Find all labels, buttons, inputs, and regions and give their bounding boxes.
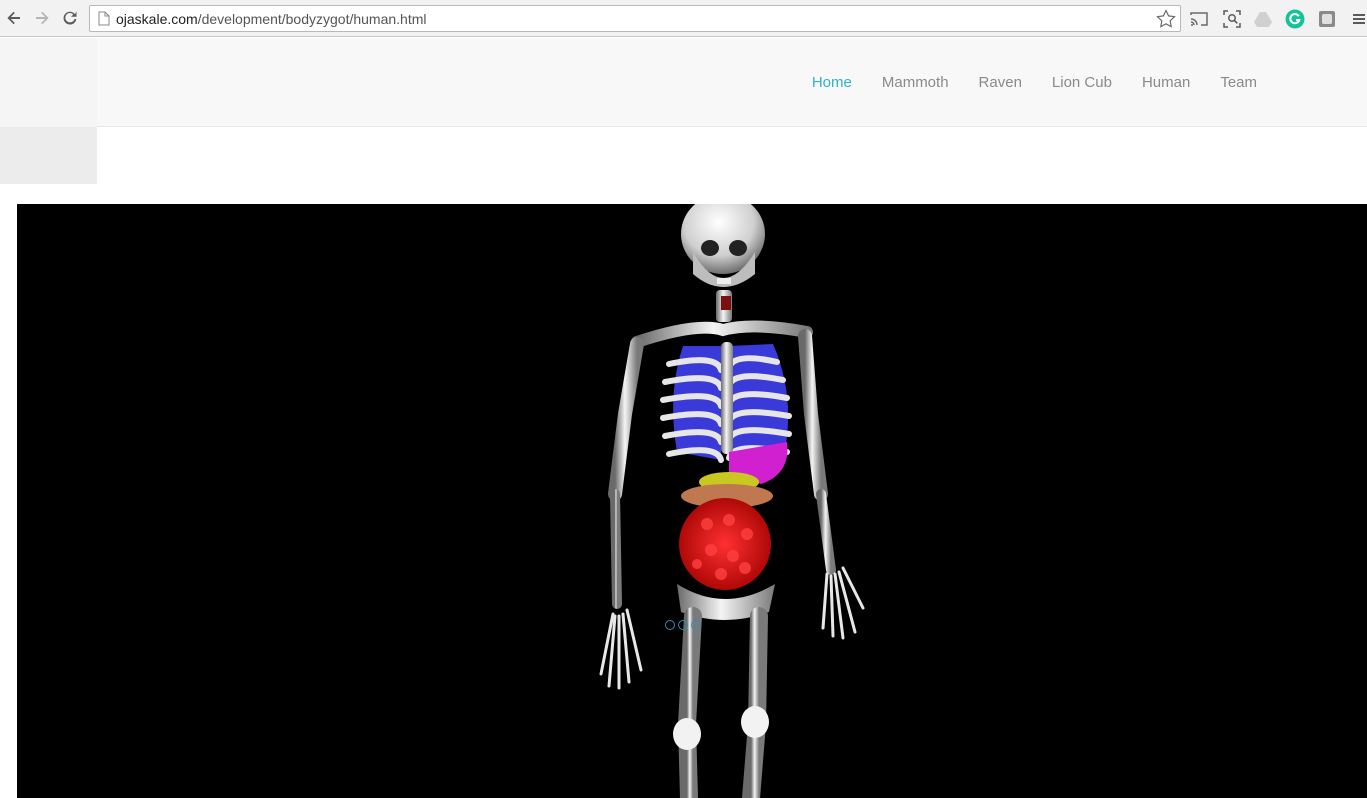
- url-text[interactable]: ojaskale.com/development/bodyzygot/human…: [116, 11, 427, 27]
- address-bar[interactable]: ojaskale.com/development/bodyzygot/human…: [89, 5, 1181, 32]
- extension-icon[interactable]: [1316, 8, 1338, 30]
- loader-dot: [691, 620, 701, 630]
- main-nav: Home Mammoth Raven Lion Cub Human Team: [797, 74, 1272, 91]
- browser-toolbar: ojaskale.com/development/bodyzygot/human…: [0, 0, 1367, 37]
- nav-raven[interactable]: Raven: [964, 74, 1037, 91]
- loading-indicator: [665, 620, 701, 630]
- url-host: ojaskale.com: [116, 11, 198, 27]
- nav-human[interactable]: Human: [1127, 74, 1205, 91]
- nav-home[interactable]: Home: [797, 74, 867, 91]
- left-arm: [608, 337, 644, 501]
- right-arm: [798, 329, 828, 501]
- site-header: Home Mammoth Raven Lion Cub Human Team: [0, 38, 1367, 127]
- left-leg: [677, 607, 702, 798]
- drive-icon[interactable]: [1252, 8, 1274, 30]
- star-icon[interactable]: [1156, 9, 1176, 33]
- sidebar-placeholder: [0, 127, 97, 184]
- right-hand: [821, 566, 865, 640]
- url-path: /development/bodyzygot/human.html: [197, 11, 427, 27]
- loader-dot: [678, 620, 688, 630]
- screenshot-icon[interactable]: [1221, 8, 1243, 30]
- nav-team[interactable]: Team: [1205, 74, 1272, 91]
- reload-icon[interactable]: [59, 7, 81, 29]
- back-arrow-icon[interactable]: [3, 7, 25, 29]
- loader-dot: [665, 620, 675, 630]
- page-icon: [98, 11, 110, 31]
- logo-placeholder: [0, 38, 97, 127]
- nav-mammoth[interactable]: Mammoth: [867, 74, 964, 91]
- grammarly-icon[interactable]: [1284, 8, 1306, 30]
- cast-icon[interactable]: [1188, 8, 1210, 30]
- 3d-model-viewer[interactable]: [17, 204, 1367, 798]
- sternum: [721, 342, 733, 454]
- forward-arrow-icon[interactable]: [31, 7, 53, 29]
- skeleton-model: [599, 204, 865, 798]
- menu-icon[interactable]: [1348, 8, 1367, 30]
- left-hand: [599, 608, 643, 690]
- nav-lion-cub[interactable]: Lion Cub: [1037, 74, 1127, 91]
